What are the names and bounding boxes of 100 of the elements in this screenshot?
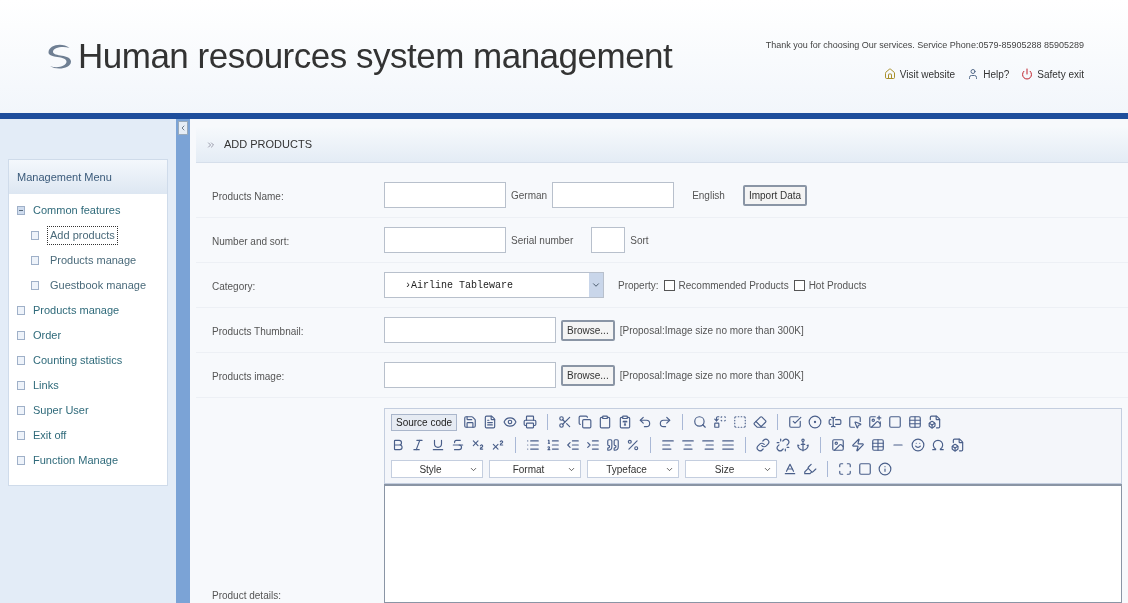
- toolbar-dropdown[interactable]: Style: [391, 460, 483, 478]
- toolbar-icon[interactable]: [951, 438, 965, 452]
- toolbar-icon[interactable]: [463, 415, 478, 429]
- toolbar-icon[interactable]: [661, 438, 675, 452]
- toolbar-icon[interactable]: [693, 415, 708, 429]
- field-label: Category:: [212, 281, 256, 292]
- toolbar-icon[interactable]: [848, 415, 863, 429]
- collapse-button[interactable]: [178, 121, 188, 135]
- dropdown-icon: [591, 280, 601, 290]
- toolbar-icon[interactable]: [831, 438, 845, 452]
- form-button[interactable]: Browse...: [561, 364, 615, 386]
- toolbar-icon[interactable]: [733, 415, 748, 429]
- toolbar-dropdown[interactable]: Format: [489, 460, 581, 478]
- toolbar-icon[interactable]: [753, 415, 768, 429]
- toolbar-icon[interactable]: [756, 438, 770, 452]
- checkbox[interactable]: [793, 279, 805, 291]
- text-field[interactable]: [384, 182, 506, 208]
- header-link[interactable]: Safety exit: [1021, 66, 1084, 82]
- field-label: Products Thumbnail:: [212, 326, 304, 337]
- menu-item[interactable]: Counting statistics: [33, 352, 123, 369]
- toolbar-icon[interactable]: [911, 438, 925, 452]
- menu-item[interactable]: Links: [33, 377, 59, 394]
- field-label: Number and sort:: [212, 236, 290, 247]
- menu-item[interactable]: Order: [33, 327, 62, 344]
- toolbar-icon[interactable]: [618, 415, 633, 429]
- menu-item[interactable]: Function Manage: [33, 452, 118, 469]
- toolbar-icon[interactable]: [803, 462, 817, 476]
- toolbar-icon[interactable]: [586, 438, 600, 452]
- header-link[interactable]: Help?: [967, 66, 1010, 82]
- toolbar-icon[interactable]: [928, 415, 943, 429]
- field-label: English: [692, 188, 725, 203]
- form-button[interactable]: Import Data: [742, 184, 808, 206]
- toolbar-icon[interactable]: [411, 438, 425, 452]
- toolbar-icon[interactable]: [838, 462, 852, 476]
- menu-item[interactable]: Common features: [33, 202, 121, 219]
- toolbar-dropdown[interactable]: Size: [685, 460, 777, 478]
- toolbar-icon[interactable]: [523, 415, 538, 429]
- field-label: Property:: [618, 278, 659, 293]
- toolbar-icon[interactable]: [558, 415, 573, 429]
- category-select[interactable]: ›Airline Tableware: [384, 272, 604, 298]
- toolbar-icon[interactable]: [783, 462, 797, 476]
- toolbar-icon[interactable]: [491, 438, 505, 452]
- toolbar-icon[interactable]: [391, 438, 405, 452]
- toolbar-icon[interactable]: [878, 462, 892, 476]
- toolbar-icon[interactable]: [638, 415, 653, 429]
- form-button[interactable]: Browse...: [561, 319, 615, 341]
- toolbar-icon[interactable]: [851, 438, 865, 452]
- menu-item[interactable]: Products manage: [33, 302, 120, 319]
- text-field[interactable]: [591, 227, 626, 253]
- expand-icon[interactable]: [17, 206, 25, 215]
- toolbar-icon[interactable]: [503, 415, 518, 429]
- toolbar-icon[interactable]: [471, 438, 485, 452]
- toolbar-icon[interactable]: [871, 438, 885, 452]
- toolbar-icon[interactable]: [681, 438, 695, 452]
- toolbar-icon[interactable]: [931, 438, 945, 452]
- text-field[interactable]: [384, 227, 506, 253]
- toolbar-icon[interactable]: [578, 415, 593, 429]
- toolbar-icon[interactable]: [828, 415, 843, 429]
- field-label: [Proposal:Image size no more than 300K]: [619, 368, 804, 383]
- menu-item[interactable]: Exit off: [33, 427, 67, 444]
- toolbar-icon[interactable]: [658, 415, 673, 429]
- toolbar-icon[interactable]: [701, 438, 715, 452]
- checkbox[interactable]: [663, 279, 675, 291]
- field-label: Recommended Products: [678, 278, 789, 293]
- menu-item[interactable]: Products manage: [47, 251, 140, 270]
- toolbar-icon[interactable]: [483, 415, 498, 429]
- menu-title: Management Menu: [9, 160, 167, 194]
- home-icon: [883, 68, 896, 81]
- text-field[interactable]: [384, 362, 556, 388]
- toolbar-icon[interactable]: [908, 415, 923, 429]
- menu-item[interactable]: Guestbook manage: [47, 276, 149, 295]
- text-field[interactable]: [384, 317, 556, 343]
- toolbar-icon[interactable]: [598, 415, 613, 429]
- source-button[interactable]: Source code: [391, 413, 458, 431]
- field-label: Product details:: [212, 589, 281, 603]
- field-label: [Proposal:Image size no more than 300K]: [619, 323, 804, 338]
- field-label: Products Name:: [212, 191, 284, 202]
- toolbar-icon[interactable]: [868, 415, 883, 429]
- header-link[interactable]: Visit website: [883, 66, 956, 82]
- menu-item[interactable]: Super User: [33, 402, 89, 419]
- toolbar-icon[interactable]: [626, 438, 640, 452]
- toolbar-icon[interactable]: [566, 438, 580, 452]
- toolbar-icon[interactable]: [808, 415, 823, 429]
- toolbar-icon[interactable]: [888, 415, 903, 429]
- toolbar-icon[interactable]: [546, 438, 560, 452]
- toolbar-icon[interactable]: [451, 438, 465, 452]
- toolbar-dropdown[interactable]: Typeface: [587, 460, 679, 478]
- toolbar-icon[interactable]: [788, 415, 803, 429]
- field-label: Hot Products: [808, 278, 867, 293]
- toolbar-icon[interactable]: [431, 438, 445, 452]
- toolbar-icon[interactable]: [526, 438, 540, 452]
- toolbar-icon[interactable]: [606, 438, 620, 452]
- toolbar-icon[interactable]: [858, 462, 872, 476]
- toolbar-icon[interactable]: [713, 415, 728, 429]
- menu-item[interactable]: Add products: [47, 226, 118, 245]
- toolbar-icon[interactable]: [721, 438, 735, 452]
- text-field[interactable]: [552, 182, 675, 208]
- toolbar-icon[interactable]: [796, 438, 810, 452]
- toolbar-icon[interactable]: [776, 438, 790, 452]
- editor-area[interactable]: [384, 484, 1122, 603]
